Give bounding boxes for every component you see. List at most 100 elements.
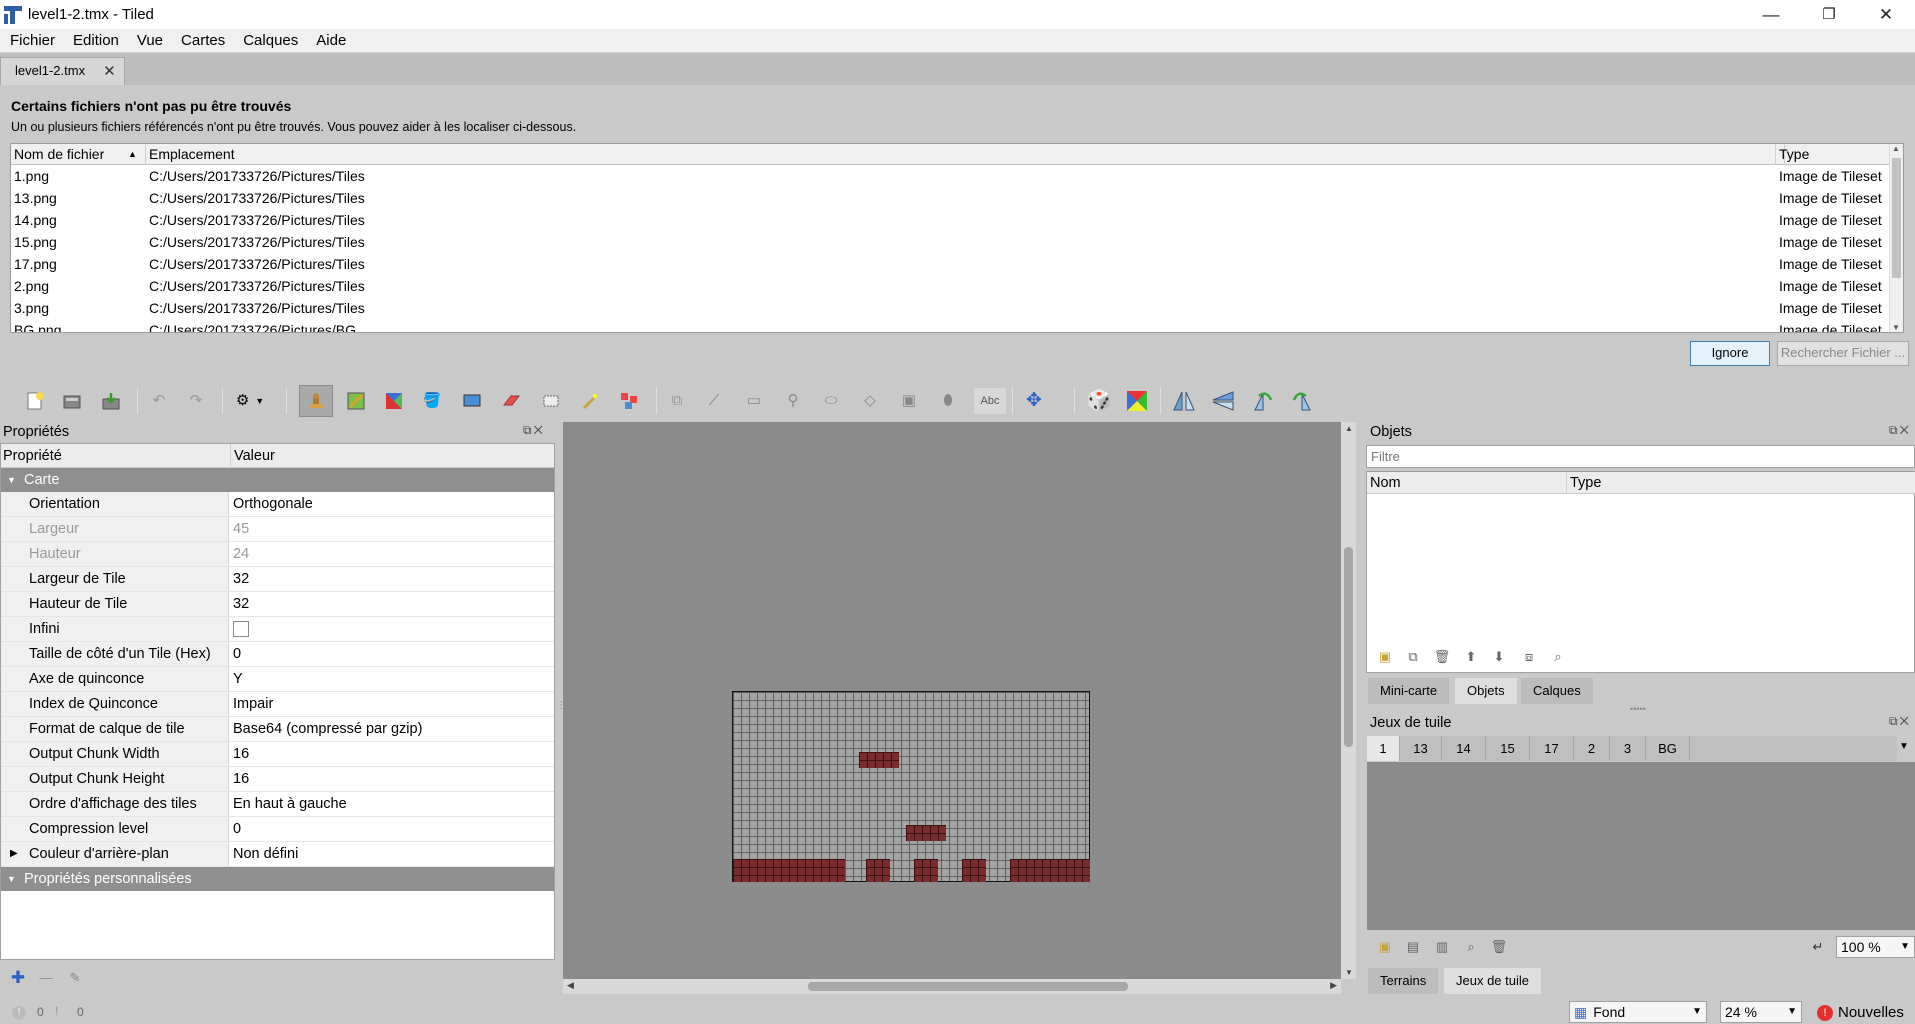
- col-name[interactable]: Nom: [1367, 472, 1567, 494]
- tab-minimap[interactable]: Mini-carte: [1368, 678, 1450, 704]
- prop-row-stagger-axis[interactable]: Axe de quinconce Y: [1, 667, 554, 692]
- properties-dock-buttons[interactable]: ⧉✕: [523, 423, 545, 438]
- object-filter-input[interactable]: Filtre: [1366, 445, 1915, 468]
- splitter-handle[interactable]: •••••: [1630, 704, 1646, 714]
- prop-row-tile-width[interactable]: Largeur de Tile 32: [1, 567, 554, 592]
- scrollbar-thumb[interactable]: [1344, 547, 1353, 747]
- rename-property-icon[interactable]: ✎: [67, 970, 83, 986]
- insert-rectangle-icon[interactable]: ▭: [741, 388, 767, 414]
- rotate-left-icon[interactable]: [1250, 388, 1276, 414]
- missing-files-table[interactable]: Nom de fichier ▲ Emplacement Type 1.png C:…: [10, 143, 1904, 333]
- add-object-layer-icon[interactable]: ▣: [1377, 649, 1393, 665]
- rect-select-icon[interactable]: [538, 388, 564, 414]
- tileset-tab-15[interactable]: 15: [1486, 736, 1530, 761]
- wang-brush-icon[interactable]: [381, 388, 407, 414]
- tile-map[interactable]: [732, 691, 1090, 882]
- move-up-icon[interactable]: ⬆: [1463, 649, 1479, 665]
- tab-layers[interactable]: Calques: [1521, 678, 1593, 704]
- prop-row-render-order[interactable]: Ordre d'affichage des tiles En haut à gau…: [1, 792, 554, 817]
- eraser-icon[interactable]: [498, 388, 524, 414]
- table-row[interactable]: 2.png C:/Users/201733726/Pictures/Tiles Im…: [11, 275, 1891, 297]
- add-property-icon[interactable]: ✚: [10, 968, 26, 987]
- remove-tileset-icon[interactable]: 🗑: [1491, 939, 1508, 955]
- magic-wand-icon[interactable]: [577, 388, 603, 414]
- menu-fichier[interactable]: Fichier: [0, 29, 64, 53]
- commands-icon[interactable]: ⚙ ▼: [231, 388, 269, 414]
- save-icon[interactable]: [98, 388, 124, 414]
- map-vertical-scrollbar[interactable]: ▲ ▼: [1341, 422, 1356, 979]
- scroll-down-icon[interactable]: ▼: [1892, 323, 1900, 332]
- news-icon[interactable]: !: [1817, 1005, 1833, 1021]
- delete-object-icon[interactable]: 🗑: [1434, 649, 1451, 665]
- flip-vertical-icon[interactable]: [1210, 388, 1236, 414]
- table-row[interactable]: 3.png C:/Users/201733726/Pictures/Tiles Im…: [11, 297, 1891, 319]
- insert-tile-icon[interactable]: ▣: [896, 388, 922, 414]
- insert-polygon-icon[interactable]: ◇: [857, 388, 883, 414]
- wang-fill-icon[interactable]: [1124, 388, 1150, 414]
- zoom-select[interactable]: 24 % ▼: [1720, 1001, 1802, 1023]
- prop-row-orientation[interactable]: Orientation Orthogonale: [1, 492, 554, 517]
- warning-icon[interactable]: !: [55, 1004, 58, 1019]
- prop-row-layer-format[interactable]: Format de calque de tile Base64 (compress…: [1, 717, 554, 742]
- prop-row-hex-side[interactable]: Taille de côté d'un Tile (Hex) 0: [1, 642, 554, 667]
- new-map-icon[interactable]: [22, 388, 48, 414]
- scroll-down-icon[interactable]: ▼: [1345, 968, 1353, 977]
- menu-edition[interactable]: Edition: [64, 29, 128, 53]
- close-button[interactable]: ✕: [1863, 0, 1909, 29]
- select-objects-icon[interactable]: ⧉: [664, 388, 690, 414]
- splitter[interactable]: [1356, 422, 1366, 979]
- prop-row-chunk-height[interactable]: Output Chunk Height 16: [1, 767, 554, 792]
- bucket-fill-icon[interactable]: 🪣: [419, 388, 445, 414]
- table-row[interactable]: 15.png C:/Users/201733726/Pictures/Tiles I…: [11, 231, 1891, 253]
- minimize-button[interactable]: —: [1748, 0, 1794, 29]
- scroll-right-icon[interactable]: ▶: [1330, 980, 1337, 990]
- duplicate-object-icon[interactable]: ⧉: [1405, 649, 1421, 665]
- ignore-button[interactable]: Ignore: [1690, 341, 1770, 366]
- rotate-right-icon[interactable]: [1289, 388, 1315, 414]
- maximize-button[interactable]: ❐: [1806, 0, 1852, 29]
- menu-vue[interactable]: Vue: [128, 29, 172, 53]
- tab-tilesets[interactable]: Jeux de tuile: [1444, 968, 1541, 994]
- table-row[interactable]: BG.png C:/Users/201733726/Pictures/BG Imag…: [11, 319, 1891, 332]
- infinite-checkbox[interactable]: [233, 621, 249, 637]
- menu-aide[interactable]: Aide: [307, 29, 355, 53]
- flip-horizontal-icon[interactable]: [1171, 388, 1197, 414]
- prop-row-compression[interactable]: Compression level 0: [1, 817, 554, 842]
- section-custom-properties[interactable]: ▼ Propriétés personnalisées: [1, 867, 554, 891]
- news-label[interactable]: Nouvelles: [1838, 1004, 1904, 1021]
- tileset-view[interactable]: [1367, 762, 1915, 930]
- insert-point-icon[interactable]: ⚲: [780, 388, 806, 414]
- move-to-layer-icon[interactable]: ⧈: [1521, 649, 1537, 665]
- prop-row-tile-height[interactable]: Hauteur de Tile 32: [1, 592, 554, 617]
- tileset-tab-13[interactable]: 13: [1400, 736, 1442, 761]
- search-file-button[interactable]: Rechercher Fichier ...: [1777, 341, 1909, 366]
- scrollbar-thumb[interactable]: [1892, 158, 1901, 278]
- tab-terrains[interactable]: Terrains: [1368, 968, 1439, 994]
- tab-objects[interactable]: Objets: [1455, 678, 1517, 704]
- layer-select[interactable]: ▦ Fond ▼: [1569, 1001, 1707, 1023]
- random-mode-icon[interactable]: 🎲: [1086, 388, 1112, 414]
- table-row[interactable]: 14.png C:/Users/201733726/Pictures/Tiles I…: [11, 209, 1891, 231]
- open-icon[interactable]: [59, 388, 85, 414]
- insert-ellipse-icon[interactable]: ⬭: [818, 388, 844, 414]
- terrain-brush-icon[interactable]: [343, 388, 369, 414]
- insert-template-icon[interactable]: ⬮: [935, 388, 961, 414]
- tileset-zoom-select[interactable]: 100 % ▼: [1836, 936, 1915, 958]
- tileset-tab-1[interactable]: 1: [1367, 736, 1400, 761]
- scroll-left-icon[interactable]: ◀: [567, 980, 574, 990]
- table-row[interactable]: 13.png C:/Users/201733726/Pictures/Tiles I…: [11, 187, 1891, 209]
- undo-icon[interactable]: ↶: [146, 388, 172, 414]
- move-icon[interactable]: ✥: [1021, 388, 1047, 414]
- header-filename[interactable]: Nom de fichier ▲: [11, 144, 146, 165]
- object-properties-icon[interactable]: ⌕: [1550, 649, 1566, 665]
- prop-row-bg-color[interactable]: ▶ Couleur d'arrière-plan Non défini: [1, 842, 554, 867]
- map-horizontal-scrollbar[interactable]: ◀ ▶: [563, 979, 1341, 994]
- select-same-tile-icon[interactable]: [616, 388, 642, 414]
- tileset-tab-17[interactable]: 17: [1530, 736, 1574, 761]
- shape-fill-icon[interactable]: [459, 388, 485, 414]
- prop-row-stagger-index[interactable]: Index de Quinconce Impair: [1, 692, 554, 717]
- remove-property-icon[interactable]: —: [38, 970, 54, 986]
- tileset-tab-3[interactable]: 3: [1610, 736, 1646, 761]
- table-scrollbar[interactable]: ▲ ▼: [1889, 144, 1903, 332]
- document-tab[interactable]: level1-2.tmx ✕: [0, 57, 125, 85]
